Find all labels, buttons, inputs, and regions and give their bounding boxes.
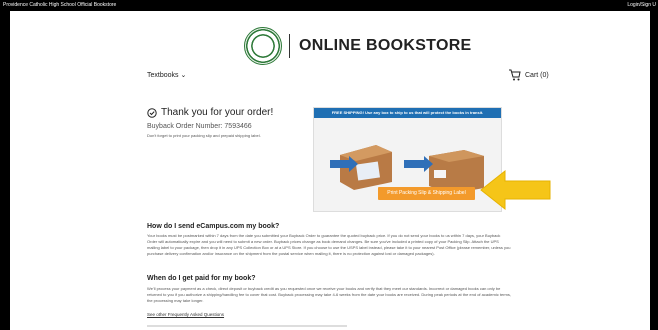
free-shipping-banner: FREE SHIPPING! Use any box to ship to us… xyxy=(314,108,501,118)
site-brand[interactable]: ONLINE BOOKSTORE xyxy=(244,27,472,65)
order-note: Don't forget to print your packing slip … xyxy=(147,133,261,138)
login-signup-link[interactable]: Login/Sign U xyxy=(627,0,656,11)
school-seal-icon xyxy=(244,27,282,65)
confirmation-title: Thank you for your order! xyxy=(161,107,274,118)
check-circle-icon xyxy=(147,107,157,118)
faq-payment-title: When do I get paid for my book? xyxy=(147,275,256,282)
cut-off-content xyxy=(147,325,347,327)
left-frame xyxy=(0,11,10,330)
cart-link[interactable]: Cart (0) xyxy=(508,69,549,81)
shopping-cart-icon xyxy=(509,69,521,81)
faq-shipping-title: How do I send eCampus.com my book? xyxy=(147,223,280,230)
right-frame xyxy=(650,11,658,330)
cart-label: Cart (0) xyxy=(525,71,549,79)
faq-shipping-body: Your books must be postmarked within 7 d… xyxy=(147,233,511,256)
textbooks-menu[interactable]: Textbooks ⌄ xyxy=(147,71,186,79)
textbooks-label: Textbooks xyxy=(147,72,179,79)
print-label-button[interactable]: Print Packing Slip & Shipping Label xyxy=(378,187,475,200)
faq-more-link[interactable]: See other Frequently Asked Questions xyxy=(147,312,224,317)
school-name: Providence Catholic High School Official… xyxy=(3,2,117,8)
order-number: Buyback Order Number: 7593466 xyxy=(147,123,252,130)
arrow-left-icon xyxy=(480,169,551,211)
faq-payment-body: We'll process your payment as a check, d… xyxy=(147,286,511,303)
confirmation-heading: Thank you for your order! xyxy=(147,107,273,118)
brand-divider xyxy=(289,34,290,58)
site-title: ONLINE BOOKSTORE xyxy=(299,37,472,54)
chevron-down-icon: ⌄ xyxy=(180,72,187,79)
top-bar: Providence Catholic High School Official… xyxy=(0,0,658,11)
